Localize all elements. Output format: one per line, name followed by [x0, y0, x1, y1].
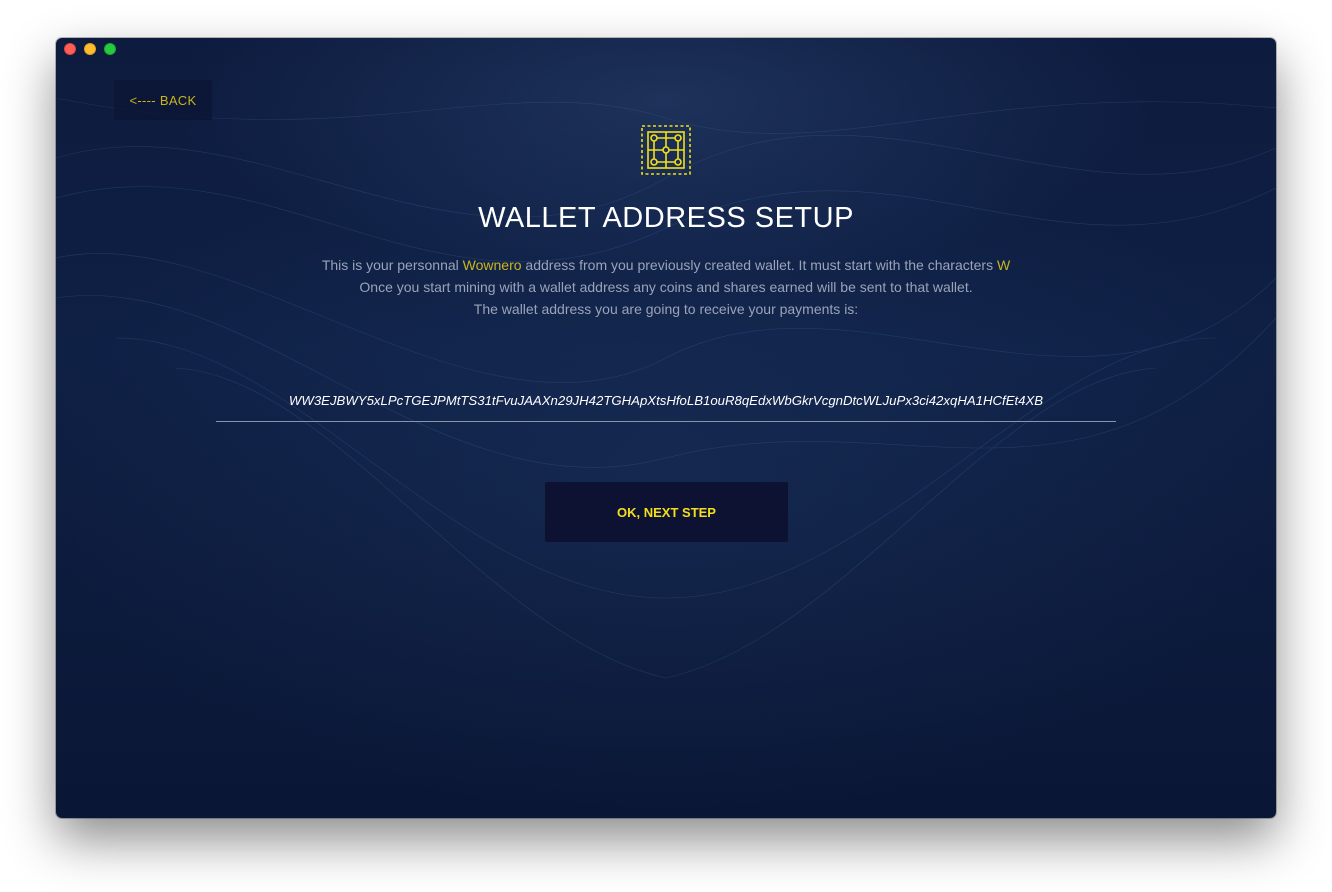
- back-button[interactable]: <---- BACK: [114, 80, 212, 120]
- start-character: W: [996, 257, 1011, 273]
- close-window-button[interactable]: [64, 43, 76, 55]
- circuit-wallet-icon: [641, 125, 691, 175]
- description-line-2: Once you start mining with a wallet addr…: [359, 279, 973, 295]
- wallet-address-input[interactable]: [216, 384, 1116, 416]
- maximize-window-button[interactable]: [104, 43, 116, 55]
- description-line-3: The wallet address you are going to rece…: [473, 301, 859, 317]
- wallet-address-field: [216, 384, 1116, 422]
- next-step-button[interactable]: OK, NEXT STEP: [545, 482, 788, 542]
- app-window: <---- BACK WALLET ADDRESS SETUP This is …: [56, 38, 1276, 818]
- minimize-window-button[interactable]: [84, 43, 96, 55]
- description-line-1: This is your personnal Wownero address f…: [56, 254, 1276, 276]
- description: This is your personnal Wownero address f…: [56, 254, 1276, 320]
- description-prefix: This is your personnal: [321, 257, 463, 273]
- description-middle: address from you previously created wall…: [521, 257, 997, 273]
- coin-name: Wownero: [462, 257, 522, 273]
- window-controls: [64, 43, 116, 55]
- page-title: WALLET ADDRESS SETUP: [478, 202, 854, 234]
